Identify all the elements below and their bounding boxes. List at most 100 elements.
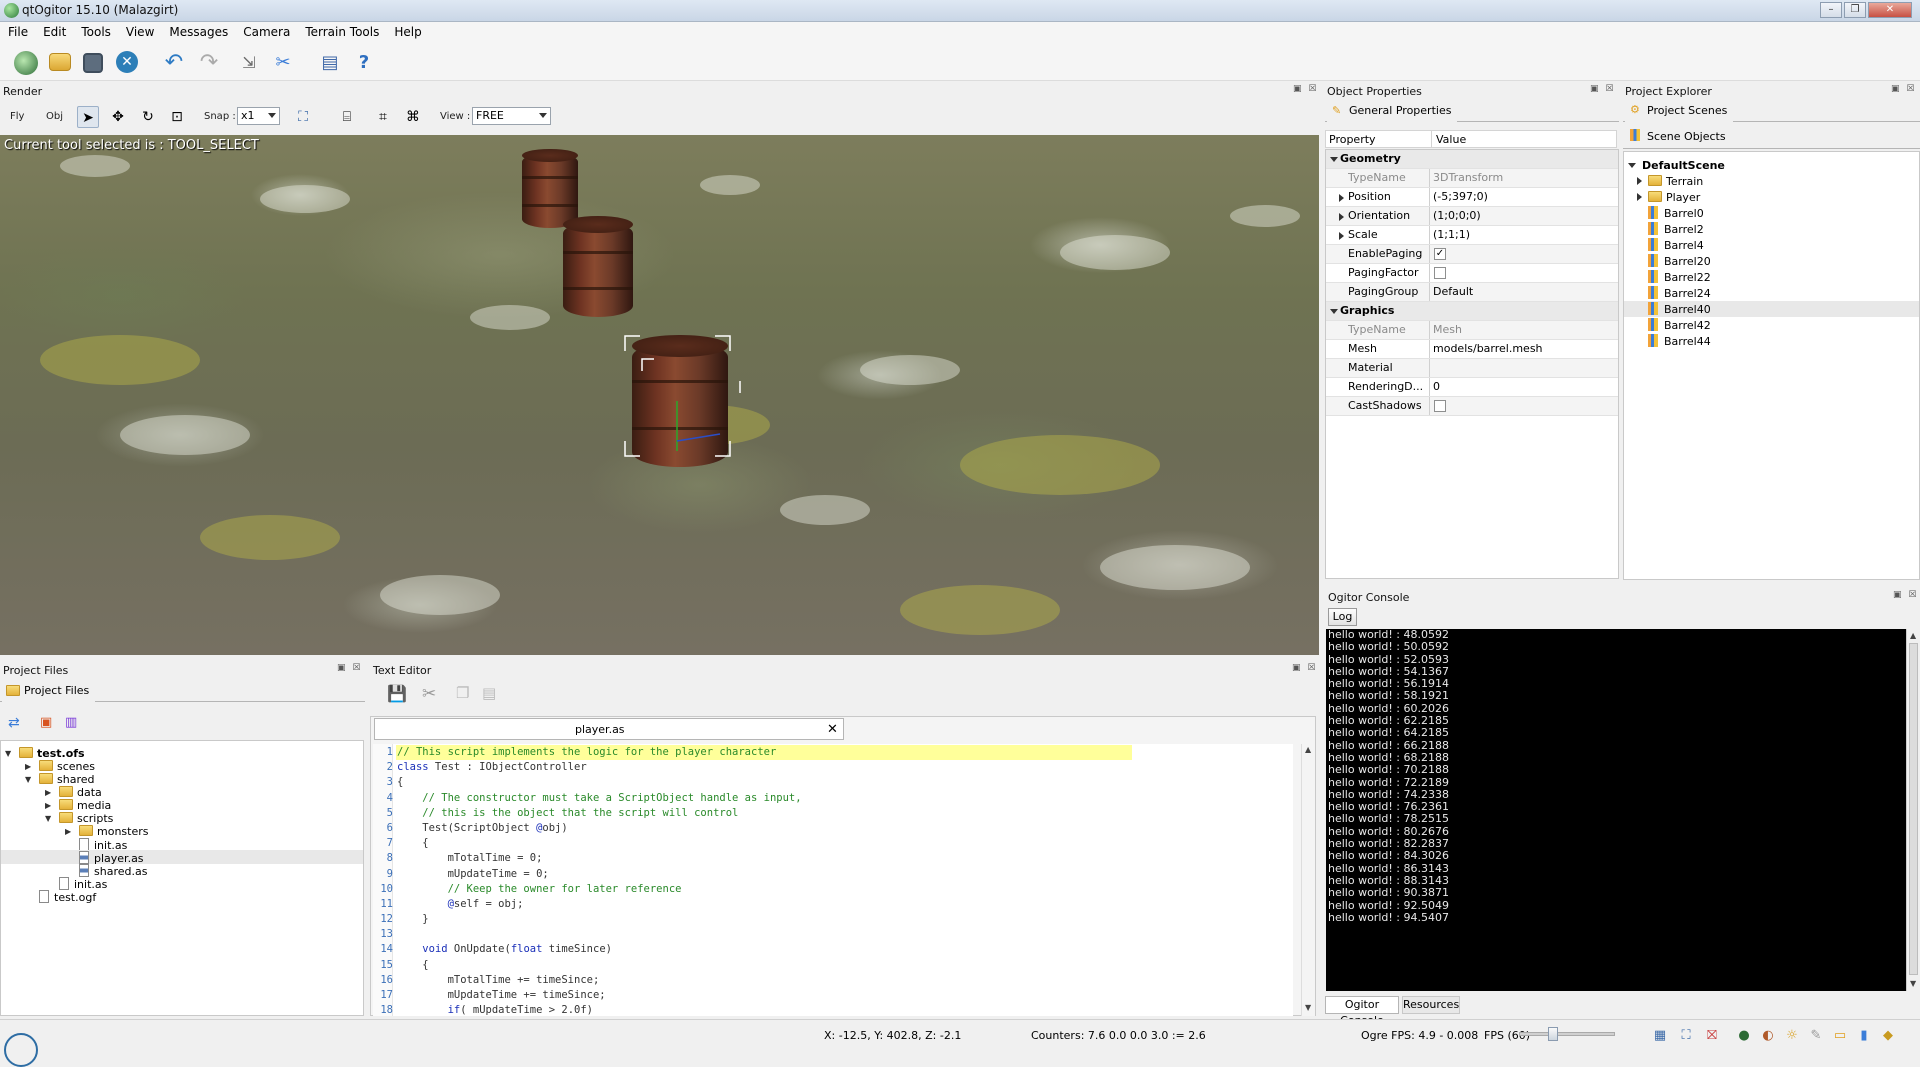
- code-area[interactable]: 1 // This script implements the logic for…: [373, 744, 1293, 1016]
- fullscreen-icon[interactable]: ⛶: [1676, 1026, 1696, 1046]
- paging-factor-checkbox[interactable]: [1434, 267, 1446, 279]
- close-icon[interactable]: ✕: [116, 51, 138, 73]
- expand-arrow-icon[interactable]: ▶: [25, 760, 37, 773]
- help-icon[interactable]: ?: [352, 51, 376, 75]
- orientation-value[interactable]: (1;0;0;0): [1429, 207, 1617, 225]
- file-tree-item[interactable]: shared.as: [65, 864, 147, 878]
- folder-icon[interactable]: ▭: [1830, 1026, 1850, 1046]
- property-row[interactable]: Mesh models/barrel.mesh: [1326, 340, 1618, 359]
- ogitor-console-tab[interactable]: Ogitor Console: [1325, 996, 1399, 1027]
- tree-item-barrel-selected[interactable]: Barrel40: [1648, 302, 1711, 318]
- tree-item-barrel[interactable]: Barrel24: [1648, 286, 1711, 302]
- editor-tab[interactable]: player.as ✕: [374, 718, 844, 740]
- property-row[interactable]: PagingFactor: [1326, 264, 1618, 283]
- tree-item-barrel[interactable]: Barrel0: [1648, 206, 1704, 222]
- camera-icon[interactable]: ●: [1734, 1026, 1754, 1046]
- rotate-tool-icon[interactable]: ↻: [137, 106, 159, 128]
- close-window-button[interactable]: ✕: [1868, 2, 1912, 18]
- material-value[interactable]: [1429, 359, 1617, 377]
- open-icon[interactable]: [49, 53, 71, 71]
- view-select[interactable]: FREE: [472, 107, 551, 125]
- tree-item-barrel[interactable]: Barrel2: [1648, 222, 1704, 238]
- properties-dock-buttons[interactable]: ▣ ☒: [1590, 84, 1615, 94]
- file-tree-item[interactable]: ▶ scenes: [25, 760, 95, 773]
- particle-icon[interactable]: ✎: [1806, 1026, 1826, 1046]
- log-button[interactable]: Log: [1328, 608, 1357, 626]
- general-properties-tab[interactable]: ✎ General Properties: [1327, 100, 1458, 122]
- import-icon[interactable]: ▥: [65, 715, 77, 730]
- files-dock-buttons[interactable]: ▣ ☒: [337, 663, 362, 673]
- graphics-group[interactable]: Graphics: [1326, 302, 1618, 321]
- expand-arrow-icon[interactable]: ▶: [45, 786, 57, 799]
- snap-select[interactable]: x1: [237, 107, 280, 125]
- undo-icon[interactable]: ↶: [162, 51, 186, 75]
- obj-mode-button[interactable]: Obj: [46, 111, 63, 122]
- cut-icon[interactable]: ✂: [422, 684, 436, 704]
- property-row[interactable]: CastShadows: [1326, 397, 1618, 416]
- mesh-value[interactable]: models/barrel.mesh: [1429, 340, 1617, 358]
- scale-value[interactable]: (1;1;1): [1429, 226, 1617, 244]
- scene-root[interactable]: DefaultScene: [1628, 158, 1725, 174]
- file-tree-item[interactable]: ▼ test.ofs: [5, 747, 85, 760]
- file-tree-item[interactable]: ▶ data: [45, 786, 102, 799]
- project-scenes-tab[interactable]: ⚙ Project Scenes: [1625, 100, 1734, 122]
- entity-icon[interactable]: ▮: [1854, 1026, 1874, 1046]
- file-tree-item[interactable]: ▶ media: [45, 799, 111, 812]
- barrel-model[interactable]: [563, 216, 633, 317]
- wireframe-icon[interactable]: ⌗: [372, 106, 394, 128]
- collapse-arrow-icon[interactable]: ▼: [5, 747, 17, 760]
- explorer-dock-buttons[interactable]: ▣ ☒: [1891, 84, 1916, 94]
- save-icon[interactable]: [83, 53, 103, 73]
- file-tree-item[interactable]: player.as: [65, 851, 144, 865]
- menu-camera[interactable]: Camera: [235, 22, 297, 41]
- tree-item-barrel[interactable]: Barrel20: [1648, 254, 1711, 270]
- property-row[interactable]: TypeName Mesh: [1326, 321, 1618, 340]
- editor-dock-buttons[interactable]: ▣ ☒: [1292, 663, 1317, 673]
- property-row[interactable]: RenderingD... 0: [1326, 378, 1618, 397]
- menu-view[interactable]: View: [118, 22, 161, 41]
- minimize-button[interactable]: –: [1820, 2, 1842, 18]
- property-row[interactable]: EnablePaging ✓: [1326, 245, 1618, 264]
- property-row[interactable]: TypeName 3DTransform: [1326, 169, 1618, 188]
- property-row[interactable]: Position (-5;397;0): [1326, 188, 1618, 207]
- cast-shadows-checkbox[interactable]: [1434, 400, 1446, 412]
- menu-file[interactable]: File: [0, 22, 35, 41]
- render-dock-buttons[interactable]: ▣ ☒: [1293, 84, 1318, 94]
- enable-paging-checkbox[interactable]: ✓: [1434, 248, 1446, 260]
- expand-arrow-icon[interactable]: ▶: [65, 825, 77, 838]
- console-scroll-thumb[interactable]: [1909, 643, 1918, 975]
- property-row[interactable]: PagingGroup Default: [1326, 283, 1618, 302]
- collapse-arrow-icon[interactable]: ▼: [45, 812, 57, 825]
- menu-messages[interactable]: Messages: [161, 22, 235, 41]
- select-tool-icon[interactable]: ➤: [77, 106, 99, 128]
- settings-icon[interactable]: ✂: [271, 51, 295, 75]
- fly-mode-button[interactable]: Fly: [10, 111, 24, 122]
- redo-icon[interactable]: ↷: [197, 51, 221, 75]
- material-icon[interactable]: ◐: [1758, 1026, 1778, 1046]
- resources-tab[interactable]: Resources: [1402, 996, 1460, 1014]
- save-script-icon[interactable]: 💾: [387, 684, 407, 704]
- copy-icon[interactable]: ❐: [456, 684, 469, 702]
- rendering-distance-value[interactable]: 0: [1429, 378, 1617, 396]
- solid-icon[interactable]: ⌘: [402, 106, 424, 128]
- project-files-tab[interactable]: Project Files: [2, 680, 96, 702]
- move-tool-icon[interactable]: ✥: [107, 106, 129, 128]
- export-icon[interactable]: ⇲: [237, 51, 261, 75]
- property-row[interactable]: Scale (1;1;1): [1326, 226, 1618, 245]
- barrel-model[interactable]: [522, 148, 578, 228]
- file-tree-item[interactable]: test.ogf: [25, 890, 96, 904]
- fps-slider[interactable]: [1519, 1027, 1615, 1041]
- light-icon[interactable]: ☼: [1782, 1026, 1802, 1046]
- geometry-group[interactable]: Geometry: [1326, 150, 1618, 169]
- add-folder-icon[interactable]: ▣: [40, 715, 52, 730]
- collapse-arrow-icon[interactable]: ▼: [25, 773, 37, 786]
- console-scrollbar[interactable]: ▲ ▼: [1906, 629, 1920, 991]
- paging-group-value[interactable]: Default: [1429, 283, 1617, 301]
- camera-filter-icon[interactable]: ⌸: [336, 106, 358, 128]
- position-value[interactable]: (-5;397;0): [1429, 188, 1617, 206]
- property-row[interactable]: Material: [1326, 359, 1618, 378]
- file-tree-item[interactable]: ▼ shared: [25, 773, 94, 786]
- menu-help[interactable]: Help: [386, 22, 428, 41]
- tree-item-barrel[interactable]: Barrel42: [1648, 318, 1711, 334]
- ogitor-logo-icon[interactable]: [14, 51, 38, 75]
